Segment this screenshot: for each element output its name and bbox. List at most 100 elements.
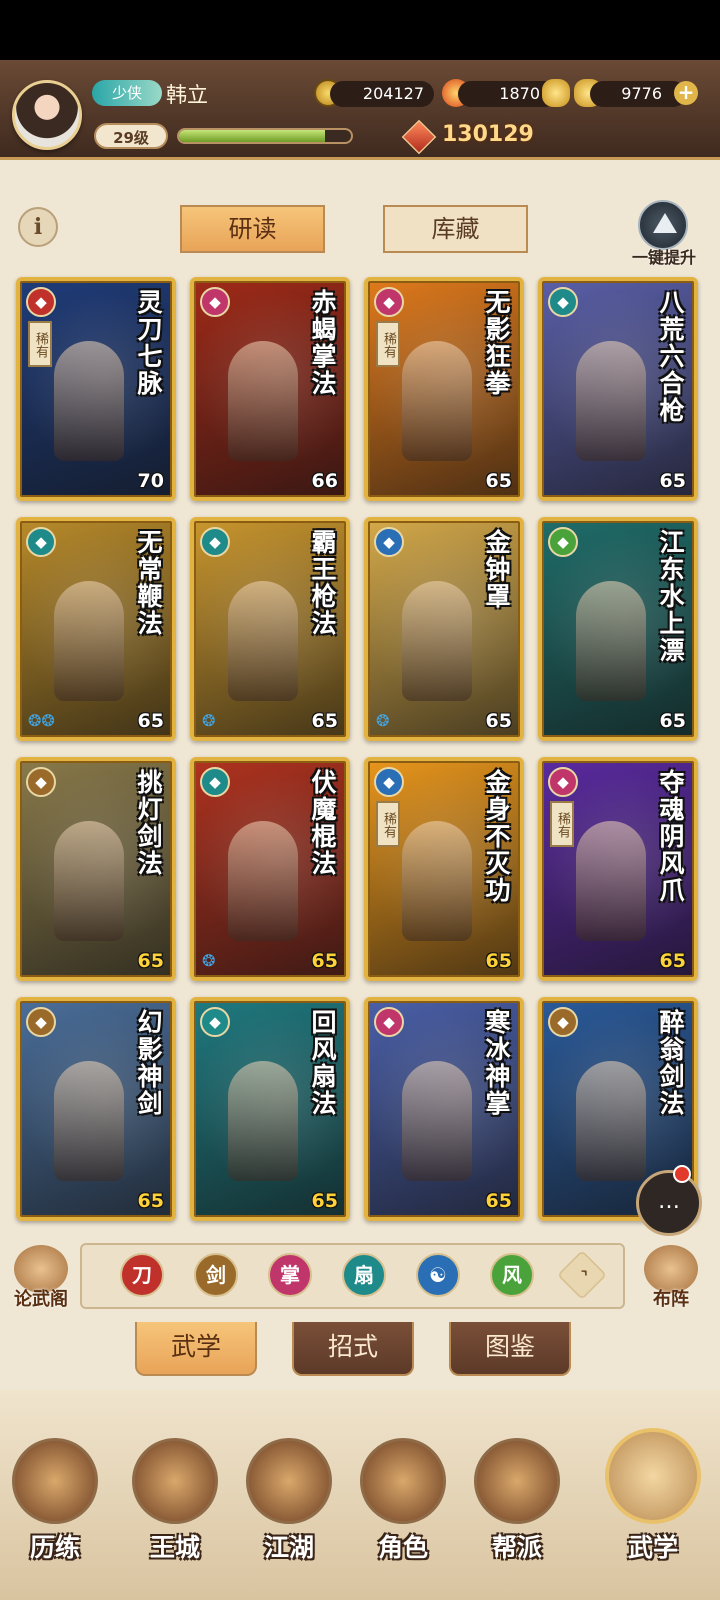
character-art (228, 341, 298, 461)
skill-card[interactable]: ◆ 稀有 无影狂拳 65 (364, 277, 524, 501)
combat-power-value: 130129 (442, 122, 534, 147)
nav-item-icon (246, 1438, 332, 1524)
skill-card-level: 70 (137, 470, 164, 492)
formation-button[interactable]: 布阵 (636, 1245, 706, 1315)
blade-filter-icon[interactable]: 刀 (120, 1253, 164, 1297)
spear-icon: ◆ (200, 527, 230, 557)
rare-badge: 稀有 (376, 801, 400, 847)
nav-item-label: 武学 (627, 1533, 678, 1562)
palm-icon: ◆ (200, 287, 230, 317)
skill-card[interactable]: ◆ 金钟罩 ❂ 65 (364, 517, 524, 741)
sword-icon: ◆ (26, 1007, 56, 1037)
skill-card-title: 挑灯剑法 (134, 769, 163, 877)
upgrade-all-button[interactable]: 一键提升 (622, 200, 706, 267)
character-art (228, 1061, 298, 1181)
yinyang-filter-icon[interactable]: ☯ (416, 1253, 460, 1297)
coins-value: 204127 (330, 81, 434, 107)
wind-filter-icon[interactable]: 风 (490, 1253, 534, 1297)
nav-item[interactable]: 江湖 (234, 1428, 344, 1588)
sword-filter-icon[interactable]: 剑 (194, 1253, 238, 1297)
skill-card-level: 65 (311, 1190, 338, 1212)
chat-bubble-icon[interactable]: … (636, 1170, 702, 1236)
skill-card-title: 金身不灭功 (482, 769, 511, 904)
skill-card-title: 无影狂拳 (482, 289, 511, 397)
skill-card-title: 幻影神剑 (134, 1009, 163, 1117)
nav-item-icon (12, 1438, 98, 1524)
skill-card-level: 65 (485, 470, 512, 492)
player-avatar[interactable] (12, 80, 82, 150)
skill-card[interactable]: ◆ 稀有 夺魂阴风爪 65 (538, 757, 698, 981)
skill-card[interactable]: ◆ 霸王枪法 ❂ 65 (190, 517, 350, 741)
skill-card[interactable]: ◆ 伏魔棍法 ❂ 65 (190, 757, 350, 981)
nav-item[interactable]: 历练 (0, 1428, 110, 1588)
palm-filter-icon[interactable]: 掌 (268, 1253, 312, 1297)
wind-icon: ◆ (548, 527, 578, 557)
skill-card-title: 赤蝎掌法 (308, 289, 337, 397)
skill-card-title: 醉翁剑法 (656, 1009, 685, 1117)
add-gold-icon[interactable]: + (674, 81, 698, 105)
player-level: 29级 (94, 123, 168, 149)
upgrade-arrow-icon (638, 200, 688, 250)
fist-icon: ◆ (374, 287, 404, 317)
tab-study[interactable]: 研读 (180, 205, 325, 253)
skill-card[interactable]: ◆ 稀有 灵刀七脉 70 (16, 277, 176, 501)
subtab-codex[interactable]: 图鉴 (449, 1322, 571, 1376)
fan-filter-icon[interactable]: 扇 (342, 1253, 386, 1297)
subtab-moves[interactable]: 招式 (292, 1322, 414, 1376)
skill-card[interactable]: ◆ 江东水上漂 65 (538, 517, 698, 741)
rare-badge: 稀有 (550, 801, 574, 847)
skill-card[interactable]: ◆ 挑灯剑法 65 (16, 757, 176, 981)
tab-collection[interactable]: 库藏 (383, 205, 528, 253)
exp-bar (177, 128, 353, 144)
rare-badge: 稀有 (28, 321, 52, 367)
chat-notification-dot (673, 1165, 691, 1183)
power-gem-icon (401, 119, 437, 155)
discussion-hall-label: 论武阁 (14, 1289, 68, 1310)
skill-card-level: 65 (485, 1190, 512, 1212)
skill-card-title: 无常鞭法 (134, 529, 163, 637)
character-art (54, 821, 124, 941)
awaken-marks: ❂❂ (28, 711, 55, 730)
character-art (402, 581, 472, 701)
skill-card[interactable]: ◆ 八荒六合枪 65 (538, 277, 698, 501)
upgrade-all-label: 一键提升 (631, 248, 696, 267)
skill-card[interactable]: ◆ 无常鞭法 ❂❂ 65 (16, 517, 176, 741)
discussion-hall-button[interactable]: 论武阁 (6, 1245, 76, 1315)
character-art (402, 1061, 472, 1181)
nav-item-icon (132, 1438, 218, 1524)
formation-label: 布阵 (653, 1289, 689, 1310)
skill-card[interactable]: ◆ 稀有 金身不灭功 65 (364, 757, 524, 981)
rare-badge: 稀有 (376, 321, 400, 367)
character-art (402, 341, 472, 461)
nav-item-label: 江湖 (263, 1533, 314, 1562)
combat-power: 130129 (401, 119, 602, 155)
character-art (228, 581, 298, 701)
nav-item[interactable]: 帮派 (462, 1428, 572, 1588)
nav-item[interactable]: 王城 (120, 1428, 230, 1588)
skill-card-title: 江东水上漂 (656, 529, 685, 664)
character-art (576, 581, 646, 701)
skill-card-title: 霸王枪法 (308, 529, 337, 637)
character-art (54, 341, 124, 461)
subtab-martial-arts[interactable]: 武学 (135, 1322, 257, 1376)
skill-card-level: 66 (311, 470, 338, 492)
nav-item[interactable]: 武学 (598, 1428, 708, 1588)
info-icon[interactable]: i (18, 207, 58, 247)
skill-card[interactable]: ◆ 赤蝎掌法 66 (190, 277, 350, 501)
character-art (576, 821, 646, 941)
gold-ingot-icon[interactable] (542, 79, 570, 107)
status-bar (0, 0, 720, 60)
skill-card-title: 灵刀七脉 (134, 289, 163, 397)
palm-icon: ◆ (374, 1007, 404, 1037)
skill-card[interactable]: ◆ 寒冰神掌 65 (364, 997, 524, 1221)
nav-item[interactable]: 角色 (348, 1428, 458, 1588)
skill-card-level: 65 (137, 710, 164, 732)
skill-card[interactable]: ◆ 幻影神剑 65 (16, 997, 176, 1221)
awaken-marks: ❂ (202, 711, 216, 730)
nav-item-label: 帮派 (491, 1533, 542, 1562)
skill-card-title: 伏魔棍法 (308, 769, 337, 877)
nav-item-icon (360, 1438, 446, 1524)
awaken-marks: ❂ (202, 951, 216, 970)
skill-card[interactable]: ◆ 回风扇法 65 (190, 997, 350, 1221)
player-title-badge: 少侠 (92, 80, 162, 106)
